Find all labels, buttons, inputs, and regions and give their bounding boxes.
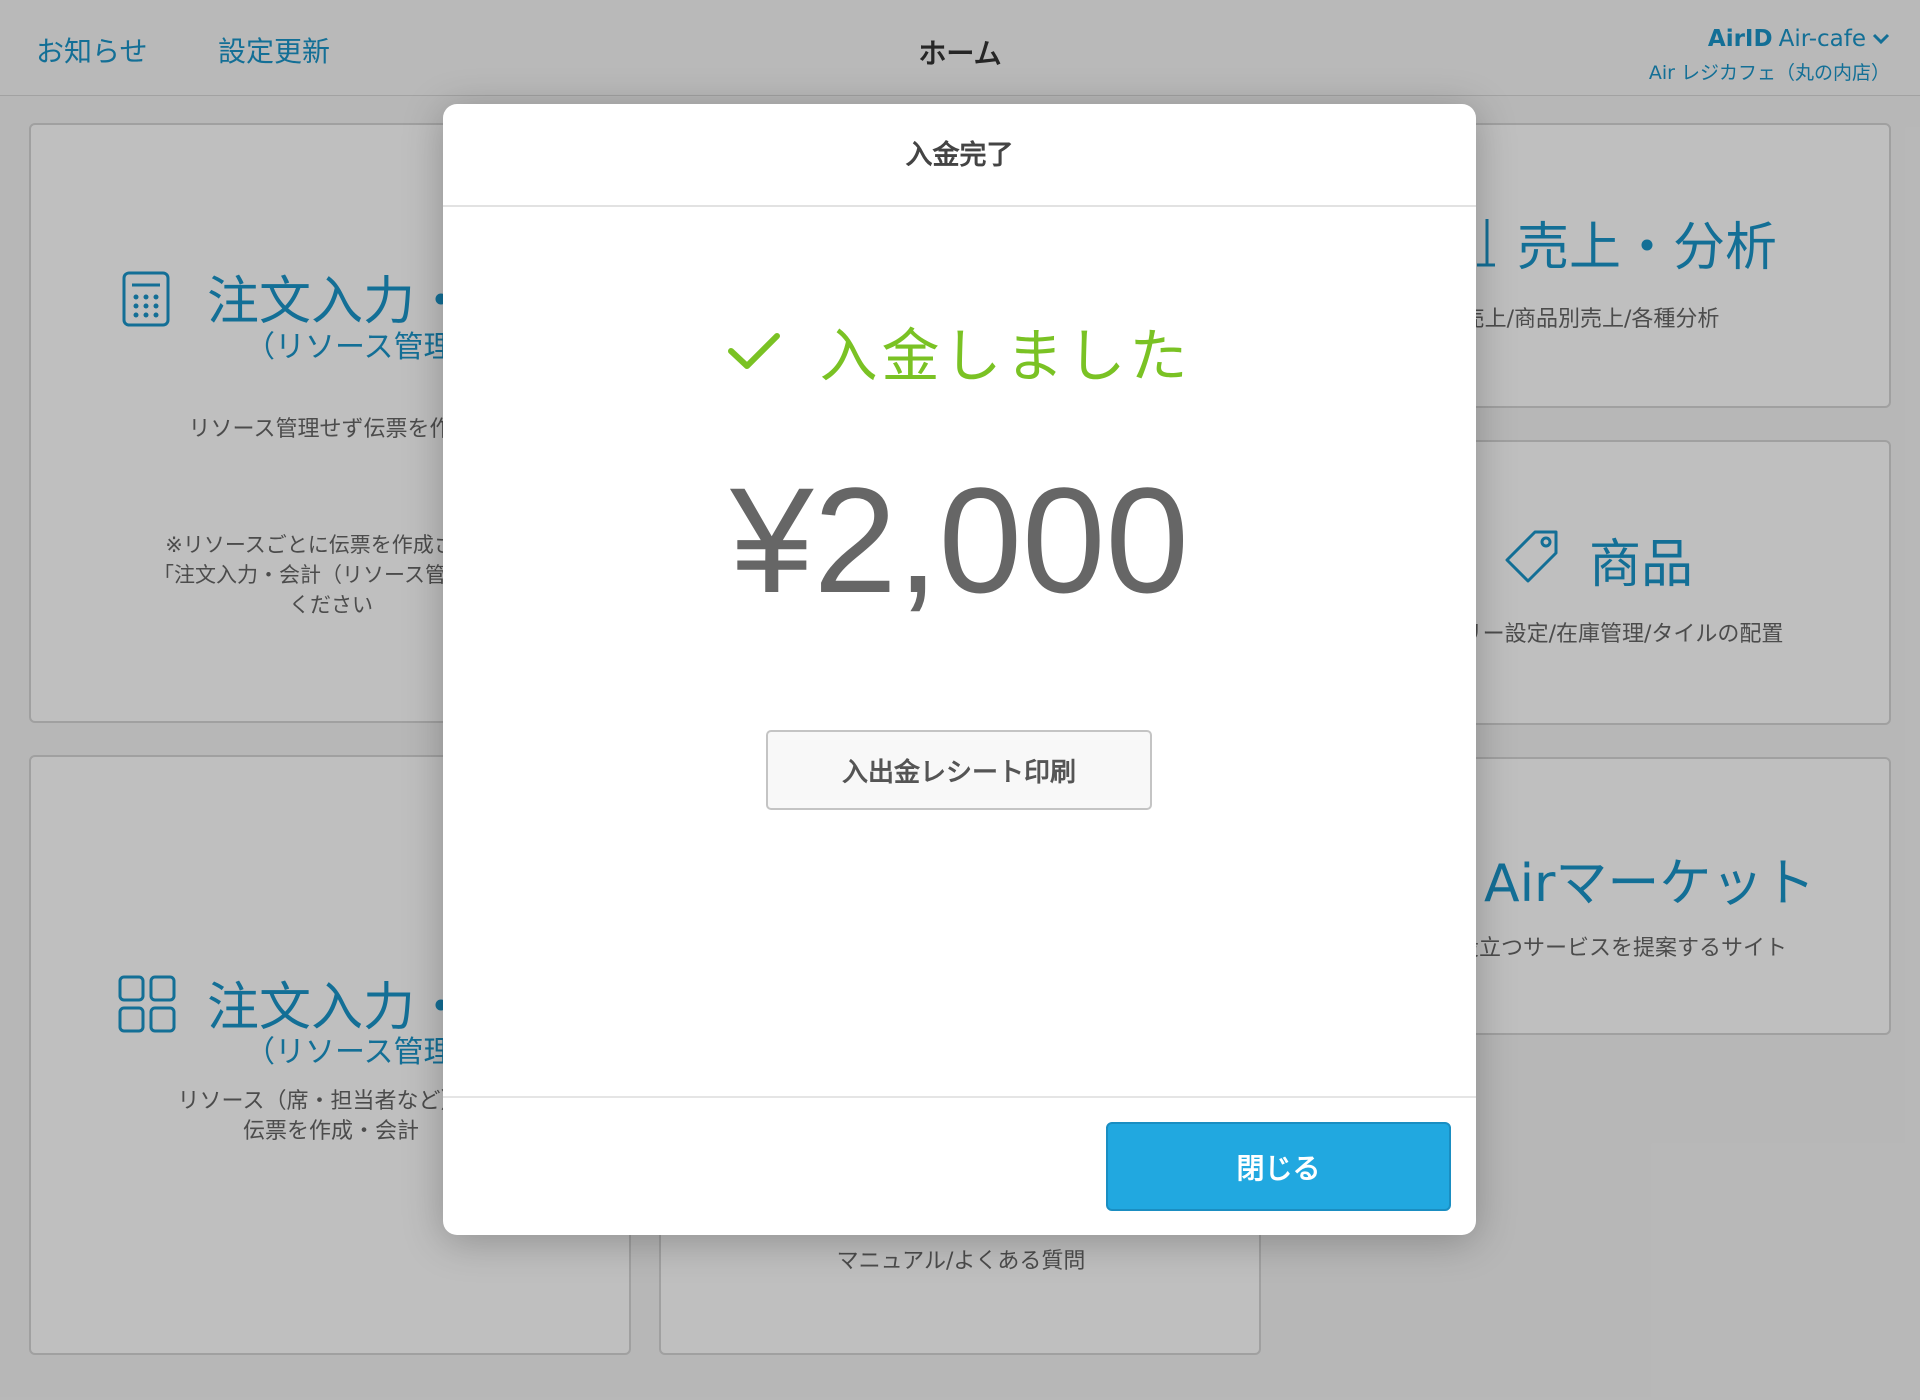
dialog-footer: 閉じる (443, 1096, 1476, 1235)
deposit-amount: ¥2,000 (730, 456, 1189, 624)
print-receipt-button[interactable]: 入出金レシート印刷 (766, 730, 1152, 810)
success-message: 入金しました (819, 322, 1192, 390)
dialog-title: 入金完了 (443, 104, 1476, 207)
deposit-complete-dialog: 入金完了 入金しました ¥2,000 入出金レシート印刷 閉じる (443, 104, 1476, 1235)
success-message-row: 入金しました (443, 309, 1476, 393)
check-icon (728, 333, 781, 369)
close-button[interactable]: 閉じる (1106, 1122, 1451, 1211)
